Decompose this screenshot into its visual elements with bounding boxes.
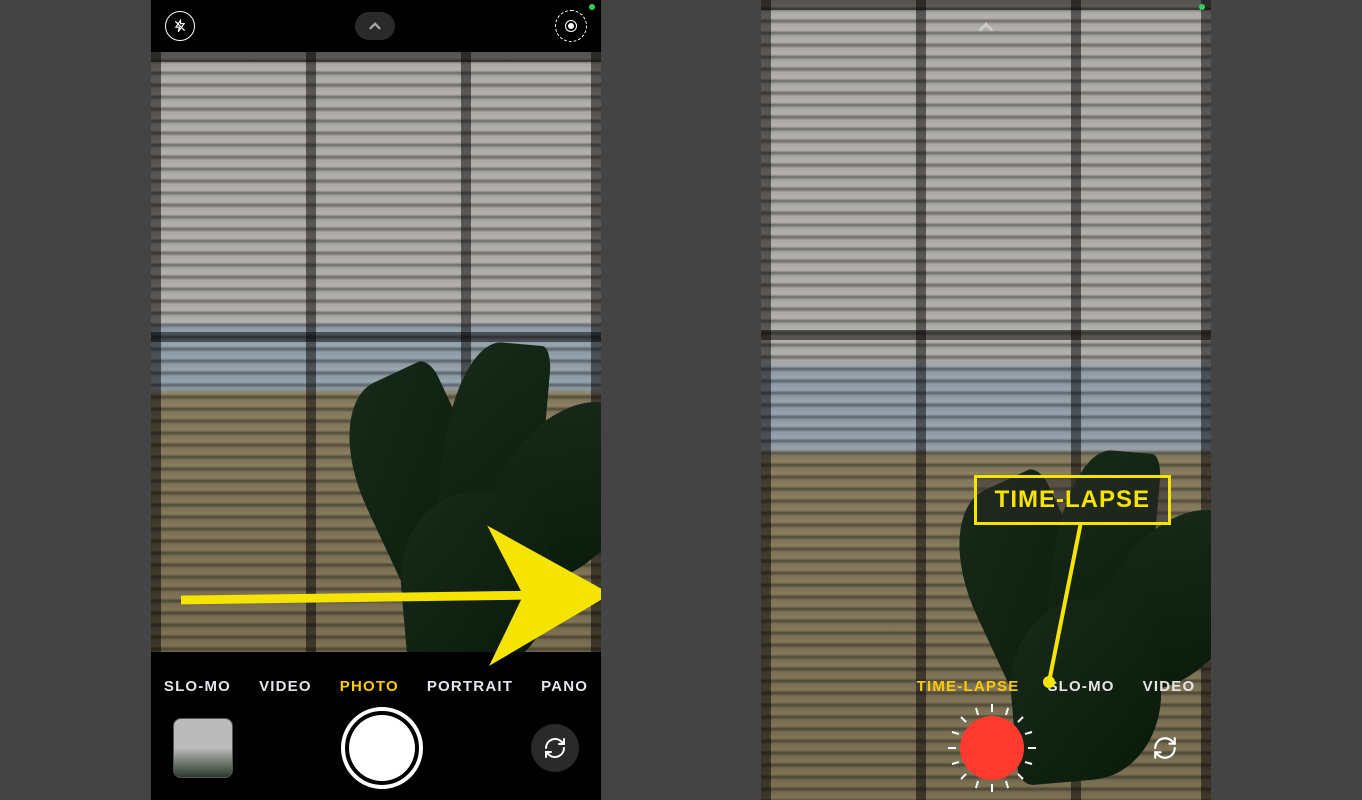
top-controls <box>151 0 601 52</box>
recording-indicator-dot <box>589 4 595 10</box>
bottom-controls <box>761 705 1211 800</box>
flash-off-icon <box>173 19 187 33</box>
switch-camera-icon <box>543 736 567 760</box>
switch-camera-button[interactable] <box>1141 724 1189 772</box>
mode-video[interactable]: VIDEO <box>1143 678 1196 695</box>
mode-photo[interactable]: PHOTO <box>340 678 399 695</box>
phone-right: TIME-LAPSE TIME-LAPSE SLO-MO VIDEO <box>761 0 1211 800</box>
mode-pano[interactable]: PANO <box>541 678 588 695</box>
last-photo-thumbnail[interactable] <box>173 718 233 778</box>
mode-time-lapse[interactable]: TIME-LAPSE <box>917 678 1020 695</box>
mode-selector[interactable]: TIME-LAPSE SLO-MO VIDEO <box>761 678 1211 695</box>
mode-slo-mo[interactable]: SLO-MO <box>164 678 231 695</box>
phone-left: SLO-MO VIDEO PHOTO PORTRAIT PANO <box>151 0 601 800</box>
recording-indicator-dot <box>1199 4 1205 10</box>
bottom-controls <box>151 705 601 800</box>
callout-line <box>1041 522 1081 697</box>
mode-selector[interactable]: SLO-MO VIDEO PHOTO PORTRAIT PANO <box>151 678 601 695</box>
expand-controls-button[interactable] <box>975 16 997 43</box>
chevron-up-icon <box>975 16 997 38</box>
time-lapse-callout-box: TIME-LAPSE <box>974 475 1171 525</box>
expand-controls-button[interactable] <box>355 12 395 40</box>
mode-portrait[interactable]: PORTRAIT <box>427 678 513 695</box>
switch-camera-icon <box>1152 735 1178 761</box>
mode-video[interactable]: VIDEO <box>259 678 312 695</box>
chevron-up-icon <box>366 17 384 35</box>
record-button[interactable] <box>948 704 1036 792</box>
shutter-button[interactable] <box>341 707 423 789</box>
swipe-right-arrow-annotation <box>181 560 571 645</box>
switch-camera-button[interactable] <box>531 724 579 772</box>
flash-button[interactable] <box>165 11 195 41</box>
live-photo-button[interactable] <box>555 10 587 42</box>
